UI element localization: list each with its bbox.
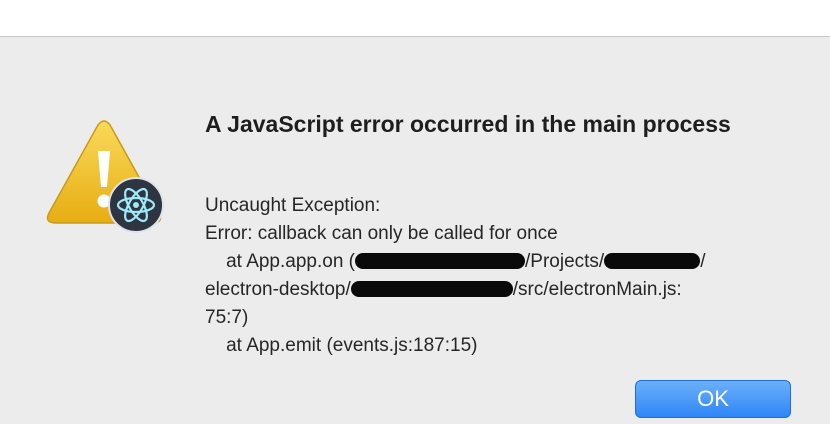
message-line: electron-desktop/ /src/electronMain.js: bbox=[205, 276, 795, 304]
message-line: at App.emit (events.js:187:15) bbox=[205, 335, 478, 356]
message-line: Error: callback can only be called for o… bbox=[205, 223, 558, 244]
message-line: at App.app.on ( /Projects/ / bbox=[205, 248, 795, 276]
message-text: at App.app.on ( bbox=[205, 251, 355, 272]
message-text: /Projects/ bbox=[525, 251, 605, 272]
error-dialog: A JavaScript error occurred in the main … bbox=[0, 36, 830, 424]
dialog-title: A JavaScript error occurred in the main … bbox=[205, 111, 731, 137]
message-line: 75:7) bbox=[205, 307, 249, 328]
screen: A JavaScript error occurred in the main … bbox=[0, 0, 830, 424]
error-message: Uncaught Exception: Error: callback can … bbox=[205, 192, 795, 360]
redaction-mark bbox=[350, 281, 513, 297]
redaction-mark bbox=[604, 253, 701, 269]
message-text: electron-desktop/ bbox=[205, 279, 351, 300]
message-text: /src/electronMain.js: bbox=[512, 279, 682, 300]
ok-button[interactable]: OK bbox=[635, 380, 791, 418]
warning-icon bbox=[46, 120, 164, 233]
electron-icon bbox=[108, 177, 164, 233]
message-line: Uncaught Exception: bbox=[205, 195, 381, 216]
message-text: / bbox=[700, 251, 706, 272]
redaction-mark bbox=[355, 253, 525, 269]
